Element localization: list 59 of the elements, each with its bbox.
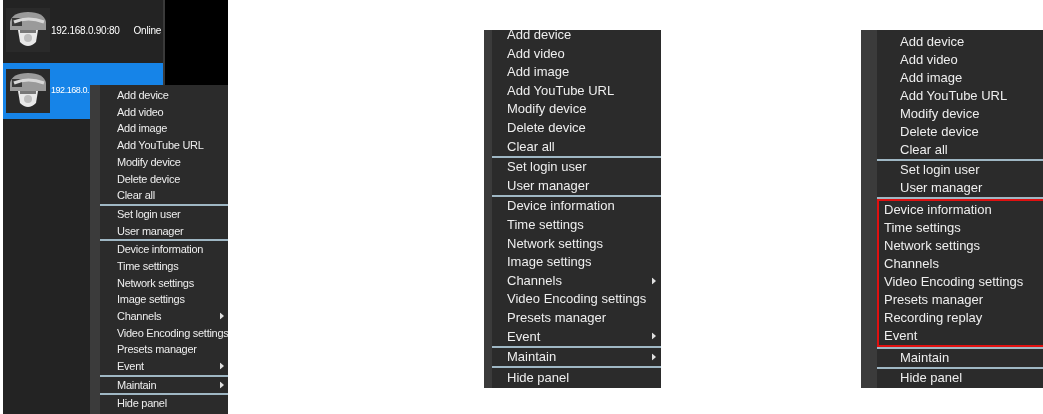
menu-item[interactable]: Device information — [507, 196, 615, 216]
menu-item[interactable]: Hide panel — [507, 367, 570, 388]
menu-item[interactable]: Clear all — [900, 140, 948, 160]
menu-item[interactable]: Image settings — [507, 252, 592, 272]
menu-item[interactable]: Set login user — [900, 160, 980, 180]
menu-item[interactable]: Video Encoding settings — [117, 324, 228, 342]
menu-item[interactable]: Add image — [900, 68, 963, 88]
menu-item[interactable]: Video Encoding settings — [507, 289, 647, 309]
menu-item[interactable]: Add video — [507, 43, 565, 64]
menu-item[interactable]: Add device — [507, 30, 572, 45]
menu-item[interactable]: User manager — [507, 175, 590, 196]
menu-item[interactable]: Maintain — [900, 348, 950, 368]
device-address: 192.168.0.90:80 — [51, 23, 120, 38]
menu-item[interactable]: Modify device — [900, 104, 980, 124]
menu-item[interactable]: Presets manager — [884, 290, 983, 310]
menu-item[interactable]: Add video — [900, 50, 958, 70]
device-address: 192.168.0. — [51, 84, 90, 98]
menu-item[interactable]: Modify device — [117, 153, 181, 171]
menu-item[interactable]: Presets manager — [507, 307, 606, 328]
status-text: Online — [133, 23, 161, 38]
menu-item[interactable]: Set login user — [507, 157, 587, 177]
menu-item[interactable]: Video Encoding settings — [884, 272, 1024, 292]
menu-item[interactable]: Modify device — [507, 99, 587, 119]
menu-item[interactable]: Add image — [507, 62, 570, 82]
menu-item[interactable]: Event — [884, 326, 918, 346]
menu-item[interactable]: Channels — [117, 308, 162, 325]
menu-item[interactable]: Hide panel — [900, 368, 963, 388]
menu-item[interactable]: Delete device — [117, 170, 181, 188]
menu-item[interactable]: Time settings — [884, 218, 961, 238]
menu-item[interactable]: Hide panel — [117, 395, 167, 412]
menu-item[interactable]: Event — [507, 326, 541, 347]
menu-item[interactable]: Recording replay — [884, 308, 983, 328]
menu-item[interactable]: Device information — [884, 200, 992, 220]
menu-item[interactable]: Clear all — [117, 187, 155, 204]
menu-item[interactable]: Network settings — [884, 236, 981, 256]
menu-item[interactable]: Add YouTube URL — [117, 137, 204, 154]
menu-item[interactable]: Clear all — [507, 136, 555, 157]
menu-item[interactable]: Add video — [117, 103, 164, 121]
menu-item[interactable]: Maintain — [507, 347, 557, 367]
menu-item[interactable]: Add YouTube URL — [900, 86, 1008, 106]
menu-item[interactable]: Image settings — [117, 291, 185, 308]
menu-item[interactable]: Device information — [117, 241, 204, 258]
menu-item[interactable]: User manager — [900, 178, 983, 198]
menu-item[interactable]: Set login user — [117, 205, 181, 223]
menu-item[interactable]: Channels — [507, 270, 562, 291]
menu-item[interactable]: Add image — [117, 120, 168, 137]
menu-item[interactable]: Time settings — [117, 257, 179, 275]
menu-item[interactable]: Delete device — [507, 118, 586, 138]
menu-item[interactable]: User manager — [117, 222, 184, 240]
menu-item[interactable]: Channels — [884, 254, 939, 274]
menu-item[interactable]: Maintain — [117, 376, 157, 394]
menu-item[interactable]: Add YouTube URL — [507, 80, 615, 101]
menu-item[interactable]: Network settings — [117, 274, 194, 292]
menu-item[interactable]: Event — [117, 358, 144, 375]
menu-item[interactable]: Time settings — [507, 215, 584, 235]
menu-item[interactable]: Presets manager — [117, 341, 197, 358]
menu-item[interactable]: Delete device — [900, 122, 979, 142]
menu-item[interactable]: Add device — [900, 32, 965, 52]
menu-item[interactable]: Network settings — [507, 233, 604, 254]
